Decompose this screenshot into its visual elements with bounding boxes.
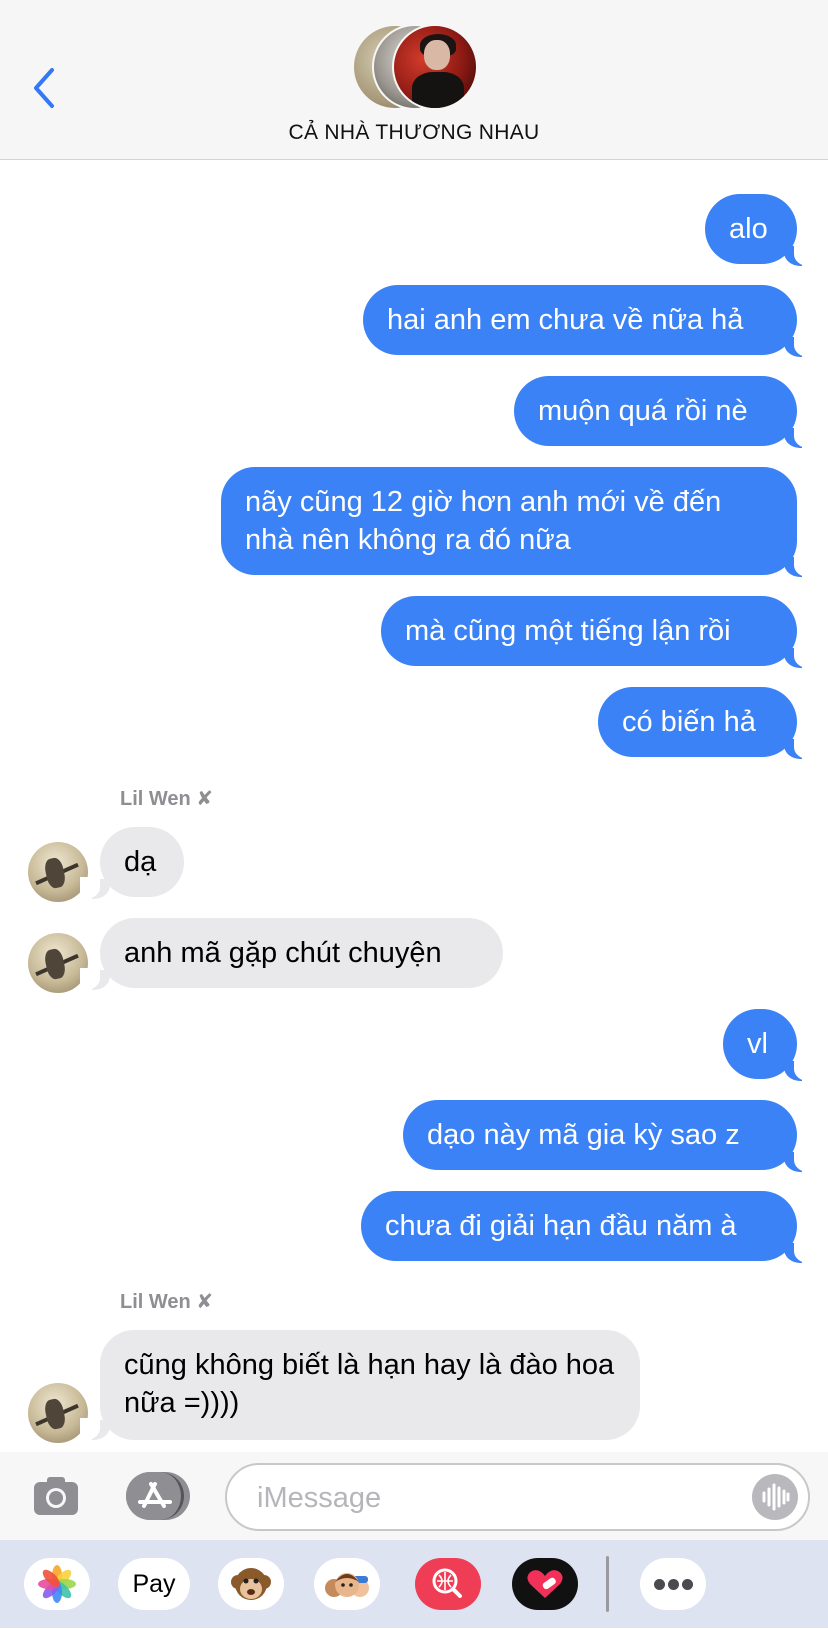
app-drawer: Pay <box>0 1540 828 1628</box>
message-text: muộn quá rồi nè <box>538 395 748 427</box>
bubble-tail <box>784 335 814 357</box>
compose-bar: iMessage <box>0 1452 828 1540</box>
bubble-tail <box>784 426 814 448</box>
outgoing-message[interactable]: chưa đi giải hạn đầu năm à <box>361 1191 797 1261</box>
sender-avatar[interactable] <box>28 842 88 902</box>
image-search-app-button[interactable] <box>415 1558 481 1610</box>
tray-divider <box>606 1556 609 1612</box>
bubble-tail <box>784 1150 814 1172</box>
outgoing-message[interactable]: hai anh em chưa về nữa hả <box>363 285 797 355</box>
message-text: vl <box>747 1028 768 1060</box>
outgoing-message[interactable]: mà cũng một tiếng lận rồi <box>381 596 797 666</box>
group-title[interactable]: CẢ NHÀ THƯƠNG NHAU <box>0 121 828 145</box>
message-text: anh mã gặp chút chuyện <box>124 937 442 969</box>
apple-pay-app-button[interactable]: Pay <box>118 1558 190 1610</box>
message-text: nãy cũng 12 giờ hơn anh mới về đến nhà n… <box>245 486 722 556</box>
sender-name: Lil Wen ✘ <box>120 1291 214 1313</box>
bubble-tail <box>784 244 814 266</box>
sender-avatar[interactable] <box>28 933 88 993</box>
message-text: cũng không biết là hạn hay là đào hoa nữ… <box>124 1349 615 1419</box>
bubble-tail <box>784 646 814 668</box>
audio-message-button[interactable] <box>752 1474 798 1520</box>
waveform-icon <box>762 1483 790 1511</box>
bubble-tail <box>80 877 110 899</box>
digital-touch-heart-icon <box>527 1570 563 1598</box>
conversation-header: CẢ NHÀ THƯƠNG NHAU <box>0 0 828 160</box>
animoji-app-button[interactable] <box>218 1558 284 1610</box>
monkey-animoji-icon <box>231 1568 271 1600</box>
message-text: dạ <box>124 846 157 878</box>
message-text: alo <box>729 213 768 245</box>
outgoing-message[interactable]: muộn quá rồi nè <box>514 376 797 446</box>
sender-name: Lil Wen ✘ <box>120 788 214 810</box>
memoji-icon <box>325 1573 369 1597</box>
digital-touch-app-button[interactable] <box>512 1558 578 1610</box>
incoming-message[interactable]: cũng không biết là hạn hay là đào hoa nữ… <box>100 1330 640 1440</box>
app-store-button[interactable] <box>126 1472 190 1520</box>
photos-app-button[interactable] <box>24 1558 90 1610</box>
bubble-tail <box>80 968 110 990</box>
camera-icon[interactable] <box>32 1474 80 1518</box>
incoming-message[interactable]: dạ <box>100 827 184 897</box>
message-text: hai anh em chưa về nữa hả <box>387 304 744 336</box>
more-apps-button[interactable] <box>640 1558 706 1610</box>
outgoing-message[interactable]: có biến hả <box>598 687 797 757</box>
bubble-tail <box>784 1059 814 1081</box>
bubble-tail <box>784 1241 814 1263</box>
bubble-tail <box>80 1418 110 1440</box>
photos-icon <box>38 1565 76 1603</box>
sender-avatar[interactable] <box>28 1383 88 1443</box>
memoji-app-button[interactable] <box>314 1558 380 1610</box>
message-text: chưa đi giải hạn đầu năm à <box>385 1210 737 1242</box>
bubble-tail <box>784 555 814 577</box>
message-input-placeholder: iMessage <box>257 1482 382 1514</box>
group-avatar-3 <box>392 24 478 110</box>
message-text: có biến hả <box>622 706 756 738</box>
group-avatars[interactable] <box>352 24 478 110</box>
app-store-icon <box>138 1482 172 1508</box>
message-text: mà cũng một tiếng lận rồi <box>405 615 731 647</box>
message-input[interactable]: iMessage <box>225 1463 810 1531</box>
apple-pay-label: Pay <box>132 1570 176 1598</box>
image-search-icon <box>432 1568 462 1598</box>
back-chevron-icon[interactable] <box>30 64 60 112</box>
bubble-tail <box>784 737 814 759</box>
incoming-message[interactable]: anh mã gặp chút chuyện <box>100 918 503 988</box>
outgoing-message[interactable]: nãy cũng 12 giờ hơn anh mới về đến nhà n… <box>221 467 797 575</box>
outgoing-message[interactable]: dạo này mã gia kỳ sao z <box>403 1100 797 1170</box>
message-text: dạo này mã gia kỳ sao z <box>427 1119 740 1151</box>
